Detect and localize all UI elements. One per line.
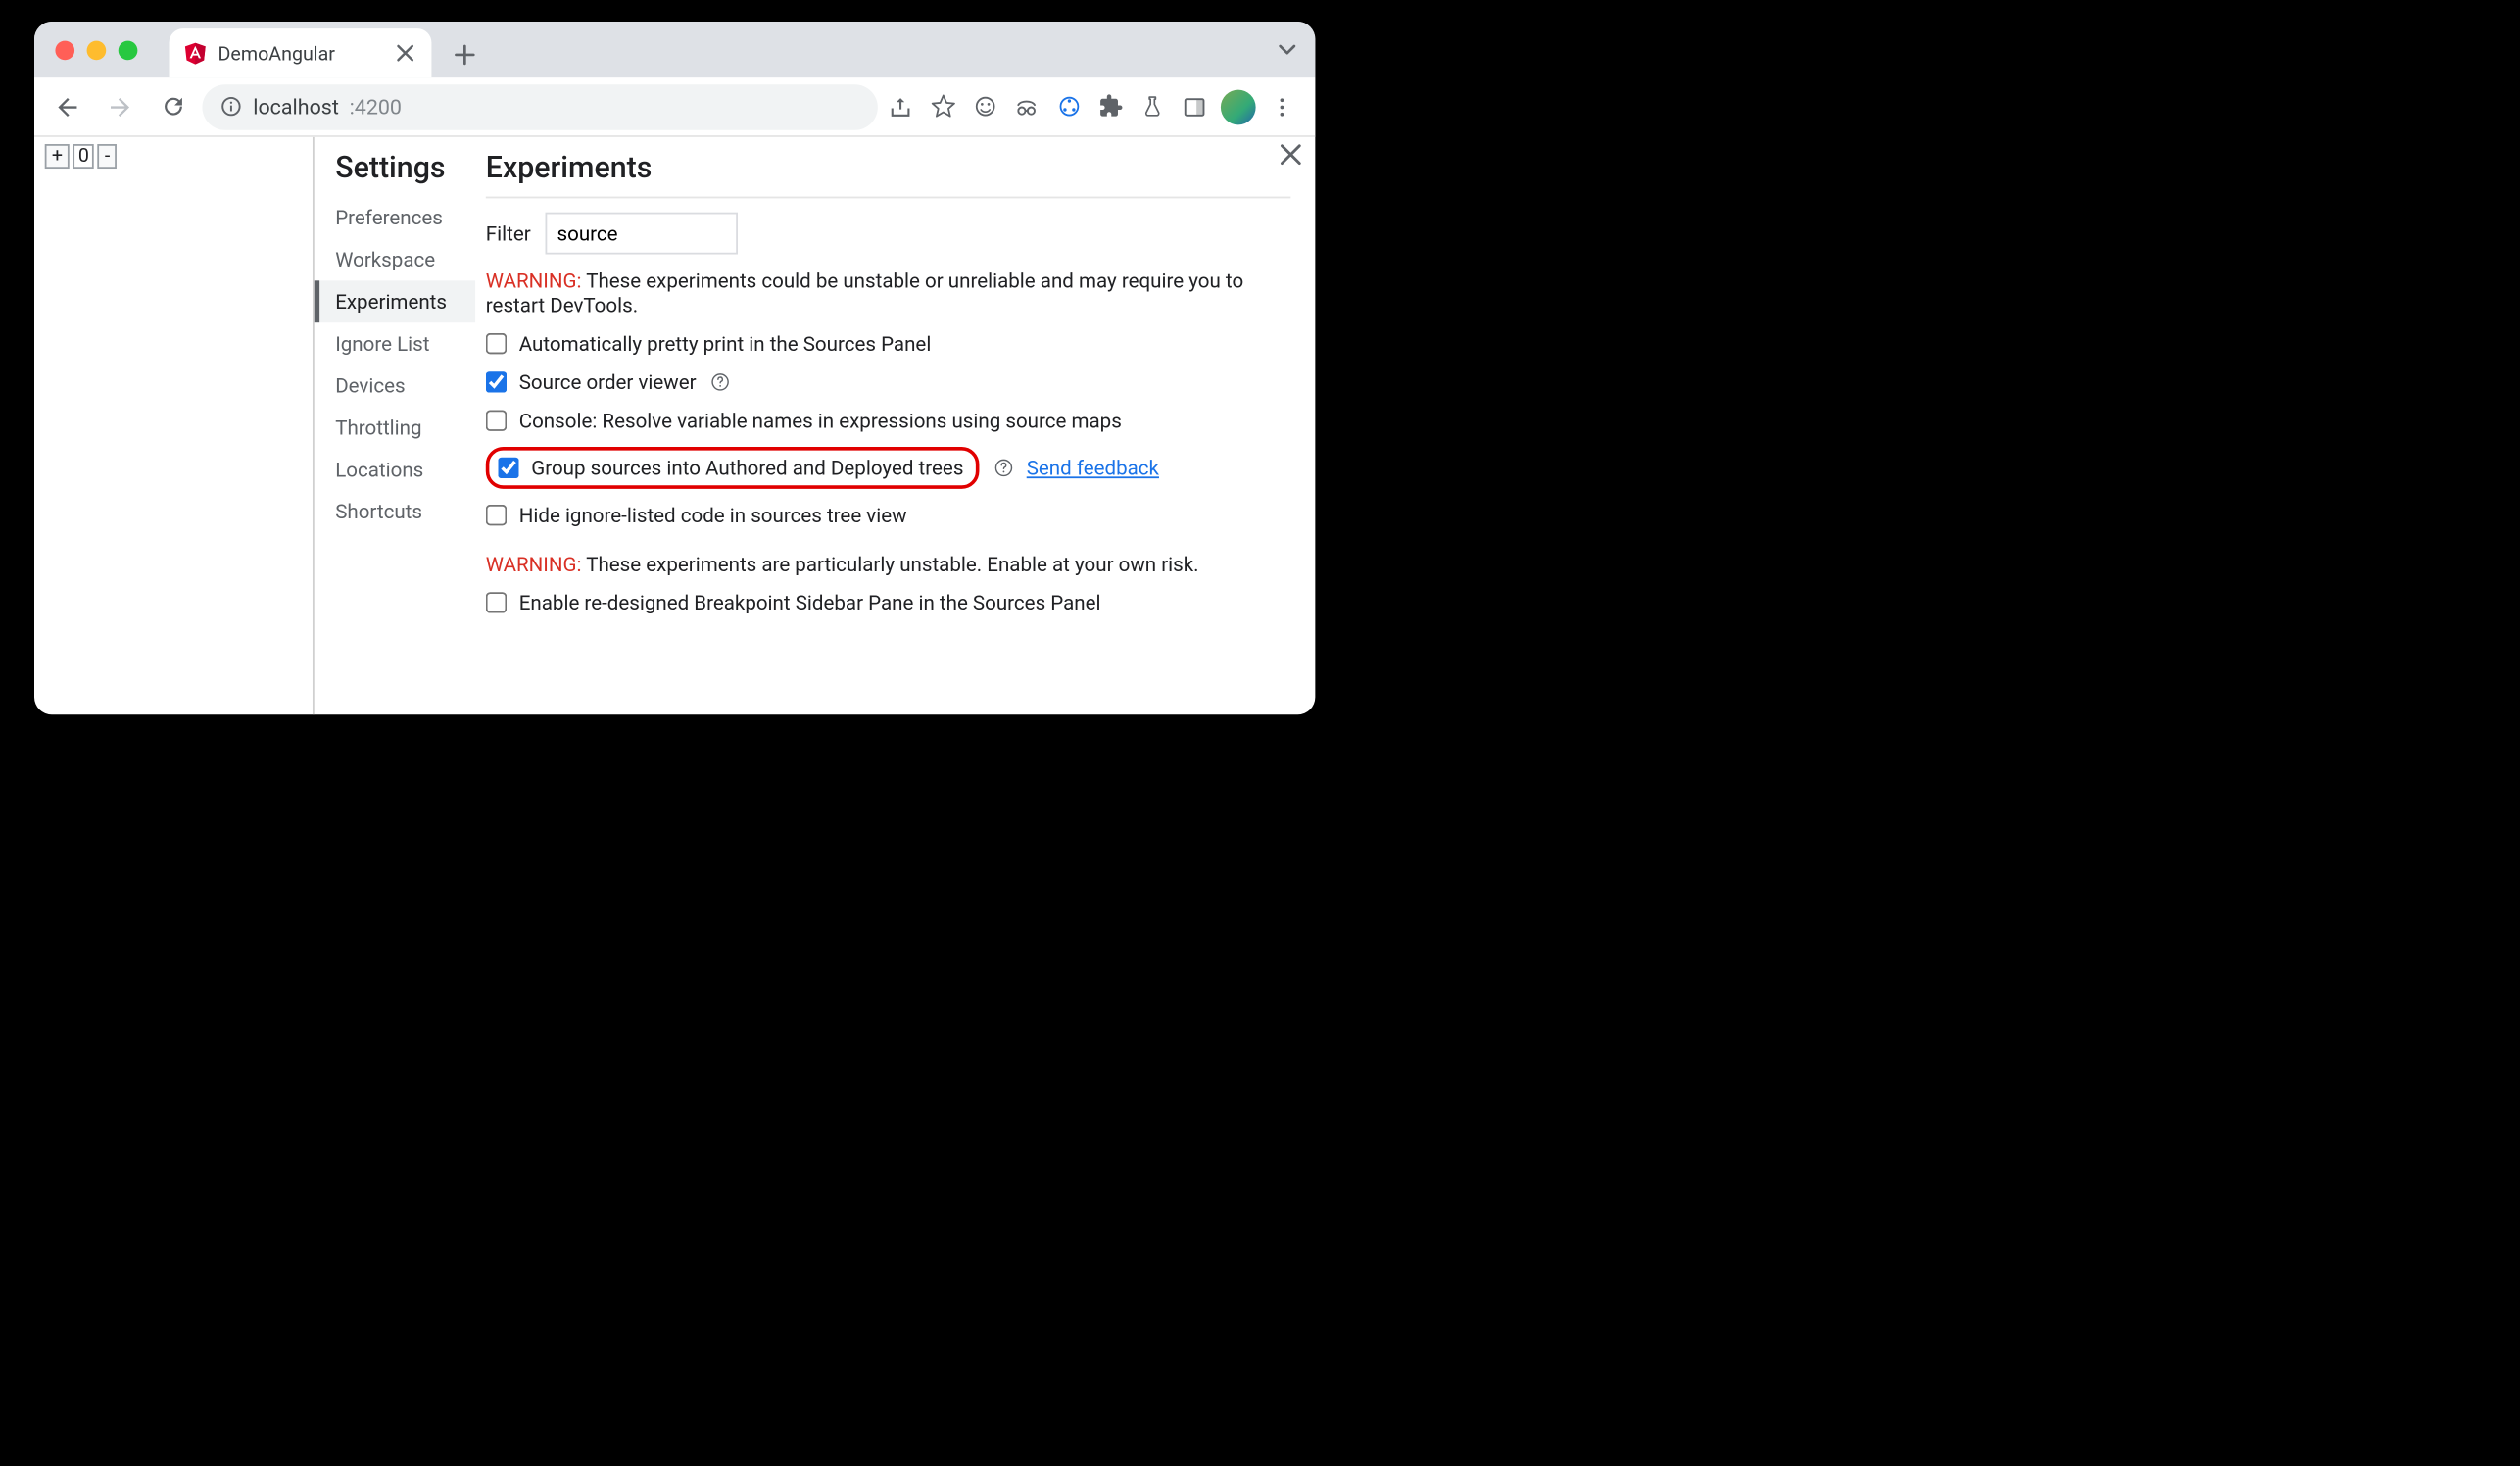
filter-input[interactable] <box>545 213 737 255</box>
close-settings-button[interactable] <box>1281 144 1301 165</box>
maximize-window-button[interactable] <box>119 40 138 60</box>
site-info-icon[interactable] <box>219 95 242 118</box>
settings-sidebar: Settings Preferences Workspace Experimen… <box>315 137 475 714</box>
label-console-resolve: Console: Resolve variable names in expre… <box>519 409 1122 433</box>
label-breakpoint-sidebar: Enable re-designed Breakpoint Sidebar Pa… <box>519 590 1101 614</box>
window-dropdown[interactable] <box>1277 22 1297 77</box>
browser-tab[interactable]: DemoAngular <box>170 28 432 77</box>
extensions-puzzle-icon[interactable] <box>1094 91 1126 122</box>
nav-experiments[interactable]: Experiments <box>315 280 475 322</box>
address-bar[interactable]: localhost :4200 <box>202 83 877 128</box>
browser-toolbar: localhost :4200 <box>34 77 1315 137</box>
profile-avatar[interactable] <box>1221 89 1256 124</box>
checkbox-pretty-print[interactable] <box>486 333 507 354</box>
reload-button[interactable] <box>150 83 195 128</box>
label-hide-ignore: Hide ignore-listed code in sources tree … <box>519 503 907 527</box>
bookmark-star-icon[interactable] <box>927 91 958 122</box>
nav-workspace[interactable]: Workspace <box>315 238 475 280</box>
minimize-window-button[interactable] <box>87 40 107 60</box>
help-icon[interactable] <box>708 370 731 393</box>
highlighted-experiment: Group sources into Authored and Deployed… <box>486 447 980 489</box>
increment-button[interactable]: + <box>45 144 70 169</box>
counter-value: 0 <box>73 144 94 169</box>
experiments-title: Experiments <box>486 151 1291 186</box>
help-icon[interactable] <box>992 457 1014 479</box>
decrement-button[interactable]: - <box>98 144 118 169</box>
nav-shortcuts[interactable]: Shortcuts <box>315 491 475 533</box>
window-controls <box>45 22 156 77</box>
share-icon[interactable] <box>885 91 916 122</box>
filter-label: Filter <box>486 221 531 246</box>
checkbox-group-sources[interactable] <box>498 458 518 478</box>
divider <box>486 197 1291 199</box>
close-window-button[interactable] <box>55 40 74 60</box>
toolbar-actions <box>885 89 1305 124</box>
checkbox-source-order[interactable] <box>486 371 507 392</box>
extension-labs-icon[interactable] <box>1137 91 1168 122</box>
url-host: localhost <box>253 94 339 119</box>
checkbox-breakpoint-sidebar[interactable] <box>486 592 507 612</box>
devtools-settings-panel: Settings Preferences Workspace Experimen… <box>315 137 1316 714</box>
nav-preferences[interactable]: Preferences <box>315 197 475 239</box>
nav-locations[interactable]: Locations <box>315 449 475 491</box>
angular-icon <box>183 41 208 66</box>
url-port: :4200 <box>350 94 402 119</box>
send-feedback-link[interactable]: Send feedback <box>1027 456 1159 480</box>
extension-redux-icon[interactable] <box>1052 91 1084 122</box>
label-source-order: Source order viewer <box>519 369 697 394</box>
nav-ignore-list[interactable]: Ignore List <box>315 322 475 365</box>
nav-throttling[interactable]: Throttling <box>315 407 475 449</box>
label-pretty-print: Automatically pretty print in the Source… <box>519 331 932 356</box>
kebab-menu-icon[interactable] <box>1266 91 1297 122</box>
back-button[interactable] <box>45 83 90 128</box>
settings-main: Experiments Filter WARNING: These experi… <box>475 137 1315 714</box>
settings-title: Settings <box>315 151 475 196</box>
close-tab-button[interactable] <box>393 41 417 66</box>
nav-devices[interactable]: Devices <box>315 365 475 407</box>
warning-unstable: WARNING: These experiments could be unst… <box>486 269 1291 318</box>
new-tab-button[interactable] <box>442 32 487 77</box>
side-panel-icon[interactable] <box>1179 91 1210 122</box>
tab-title: DemoAngular <box>218 42 383 65</box>
tab-strip: DemoAngular <box>34 22 1315 77</box>
page-content: + 0 - <box>34 137 315 714</box>
warning-very-unstable: WARNING: These experiments are particula… <box>486 552 1291 576</box>
label-group-sources: Group sources into Authored and Deployed… <box>531 456 963 480</box>
extension-face-icon[interactable] <box>969 91 1000 122</box>
checkbox-console-resolve[interactable] <box>486 410 507 430</box>
extension-incognito-icon[interactable] <box>1011 91 1042 122</box>
checkbox-hide-ignore[interactable] <box>486 505 507 525</box>
forward-button[interactable] <box>97 83 142 128</box>
